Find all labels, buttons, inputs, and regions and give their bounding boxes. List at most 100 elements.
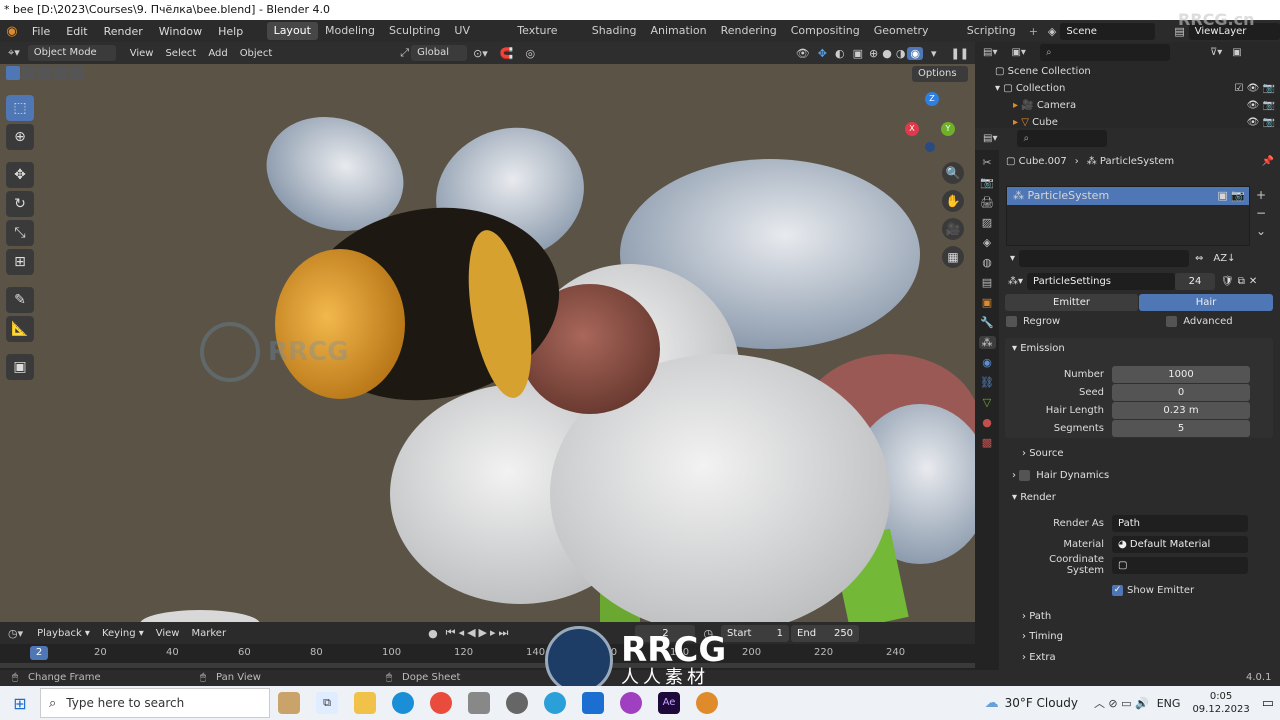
select-box-tool[interactable]: ⬚ <box>6 95 34 121</box>
type-emitter-button[interactable]: Emitter <box>1005 294 1138 311</box>
object-tab-icon[interactable]: ▣ <box>982 296 992 309</box>
collection-toggles[interactable]: ☑ 👁 📷 <box>1235 83 1275 94</box>
editor-type-icon[interactable]: ⌖▾ <box>0 46 28 60</box>
explorer-icon[interactable] <box>354 692 376 714</box>
timeline-editor-icon[interactable]: ◷▾ <box>0 627 31 640</box>
pivot-icon[interactable]: ⊙▾ <box>467 47 494 60</box>
tree-item-scene-collection[interactable]: ▢ Scene Collection <box>995 66 1091 77</box>
add-workspace-icon[interactable]: + <box>1023 25 1044 38</box>
mic-icon[interactable] <box>468 692 490 714</box>
rotate-tool[interactable]: ↻ <box>6 191 34 217</box>
path-subpanel[interactable]: › Path <box>1022 611 1051 622</box>
world-tab-icon[interactable]: ◍ <box>982 256 992 269</box>
tab-geometry-nodes[interactable]: Geometry Nodes <box>867 22 960 55</box>
tab-uv-editing[interactable]: UV Editing <box>447 22 510 55</box>
annotate-tool[interactable]: ✎ <box>6 287 34 313</box>
menu-marker[interactable]: Marker <box>185 628 232 639</box>
gizmo-x-axis[interactable]: X <box>905 122 919 136</box>
gingerbread-icon[interactable] <box>278 692 300 714</box>
remove-slot-icon[interactable]: − <box>1256 204 1266 222</box>
gizmo-y-axis[interactable]: Y <box>941 122 955 136</box>
fake-user-icon[interactable]: 🛡 <box>1221 276 1234 287</box>
outliner-search-input[interactable]: ⌕ <box>1039 44 1170 61</box>
tree-item-collection[interactable]: ▾ ▢ Collection ☑ 👁 📷 <box>995 83 1275 94</box>
coordinate-system-field[interactable]: ▢ <box>1112 556 1248 574</box>
menu-object[interactable]: Object <box>234 48 279 59</box>
list-menu-icon[interactable]: ⌄ <box>1256 222 1266 240</box>
zoom-icon[interactable]: 🔍 <box>942 162 964 184</box>
list-item[interactable]: ⁂ ParticleSystem ▣ 📷 <box>1007 187 1249 205</box>
menu-view[interactable]: View <box>124 48 160 59</box>
user-count[interactable]: 24 <box>1175 273 1216 290</box>
particle-settings-icon[interactable]: ⁂▾ <box>1008 276 1023 287</box>
particle-settings-name[interactable]: ParticleSettings <box>1027 273 1176 290</box>
cube-toggles[interactable]: 👁 📷 <box>1247 117 1275 128</box>
tab-texture-paint[interactable]: Texture Paint <box>510 22 585 55</box>
windows-start-icon[interactable]: ⊞ <box>0 694 40 713</box>
advanced-checkbox[interactable] <box>1166 316 1178 327</box>
taskbar-search[interactable]: ⌕ Type here to search <box>40 688 270 718</box>
tab-shading[interactable]: Shading <box>585 22 644 40</box>
render-tab-icon[interactable]: 📷 <box>980 176 994 189</box>
after-effects-icon[interactable]: Ae <box>658 692 680 714</box>
physics-tab-icon[interactable]: ◉ <box>982 356 992 369</box>
gizmo-z-axis[interactable]: Z <box>925 92 939 106</box>
camera-view-icon[interactable]: 🎥 <box>942 218 964 240</box>
render-as-dropdown[interactable]: Path <box>1112 515 1248 532</box>
transform-tool[interactable]: ⊞ <box>6 249 34 275</box>
rendered-shading-icon[interactable]: ◉ <box>907 46 924 60</box>
orientation-dropdown[interactable]: Global <box>411 45 468 61</box>
select-intersect-icon[interactable] <box>70 66 84 80</box>
emission-header[interactable]: ▾ Emission <box>1012 343 1065 354</box>
menu-playback[interactable]: Playback ▾ <box>31 628 96 639</box>
properties-search-input[interactable]: ⌕ <box>1017 130 1108 147</box>
tab-scripting[interactable]: Scripting <box>960 22 1023 40</box>
task-view-icon[interactable]: ⧉ <box>316 692 338 714</box>
visibility-icon[interactable]: 👁 <box>792 47 814 60</box>
cursor-tool[interactable]: ⊕ <box>6 124 34 150</box>
view-layer-tab-icon[interactable]: ▨ <box>982 216 992 229</box>
unlink-icon[interactable]: ✕ <box>1249 276 1257 287</box>
perspective-grid-icon[interactable]: ▦ <box>942 246 964 268</box>
collection-tab-icon[interactable]: ▤ <box>982 276 992 289</box>
select-invert-icon[interactable] <box>54 66 68 80</box>
data-tab-icon[interactable]: ▽ <box>983 396 991 409</box>
sidebar-toggle-icon[interactable]: ❚❚ <box>945 47 975 60</box>
tab-modeling[interactable]: Modeling <box>318 22 382 40</box>
clock[interactable]: 0:05 09.12.2023 <box>1192 690 1249 716</box>
object-mode-dropdown[interactable]: Object Mode <box>27 45 116 61</box>
menu-window[interactable]: Window <box>151 25 210 38</box>
pan-hand-icon[interactable]: ✋ <box>942 190 964 212</box>
gizmo-neg-z[interactable] <box>925 142 935 152</box>
scene-selector[interactable]: Scene <box>1060 22 1156 40</box>
regrow-checkbox[interactable] <box>1006 316 1017 327</box>
tool-tab-icon[interactable]: ✂ <box>982 156 991 169</box>
scene-tab-icon[interactable]: ◈ <box>983 236 991 249</box>
add-slot-icon[interactable]: + <box>1256 186 1266 204</box>
menu-timeline-view[interactable]: View <box>150 628 186 639</box>
material-dropdown[interactable]: ◕ Default Material <box>1112 536 1248 553</box>
blender-logo-icon[interactable]: ◉ <box>0 24 24 39</box>
select-new-icon[interactable] <box>6 66 20 80</box>
chrome-icon[interactable] <box>430 692 452 714</box>
display-mode-icon[interactable]: ▣▾ <box>1011 47 1025 58</box>
number-field[interactable]: 1000 <box>1112 366 1250 383</box>
xray-icon[interactable]: ▣ <box>849 47 867 60</box>
add-cube-tool[interactable]: ▣ <box>6 354 34 380</box>
timing-subpanel[interactable]: › Timing <box>1022 631 1063 642</box>
telegram-icon[interactable] <box>544 692 566 714</box>
measure-tool[interactable]: 📐 <box>6 316 34 342</box>
particle-tab-icon[interactable]: ⁂ <box>978 336 996 349</box>
3d-viewport[interactable]: ⬚ ⊕ ✥ ↻ ⤡ ⊞ ✎ 📐 ▣ Options Z X Y 🔍 ✋ 🎥 ▦ … <box>0 64 975 622</box>
material-shading-icon[interactable]: ◑ <box>894 47 908 60</box>
tab-animation[interactable]: Animation <box>643 22 713 40</box>
weather-text[interactable]: 30°F Cloudy <box>1005 696 1078 710</box>
properties-editor-icon[interactable]: ▤▾ <box>983 133 997 144</box>
list-filter-toggle-icon[interactable]: ▾ <box>1010 253 1015 264</box>
filter-icon[interactable]: ⊽▾ <box>1210 47 1222 58</box>
scale-tool[interactable]: ⤡ <box>6 220 34 246</box>
output-tab-icon[interactable]: 🖨 <box>980 196 994 209</box>
show-emitter-checkbox[interactable]: ✓ <box>1112 585 1123 596</box>
menu-render[interactable]: Render <box>96 25 151 38</box>
gizmo-toggle-icon[interactable]: ✥ <box>814 47 831 60</box>
